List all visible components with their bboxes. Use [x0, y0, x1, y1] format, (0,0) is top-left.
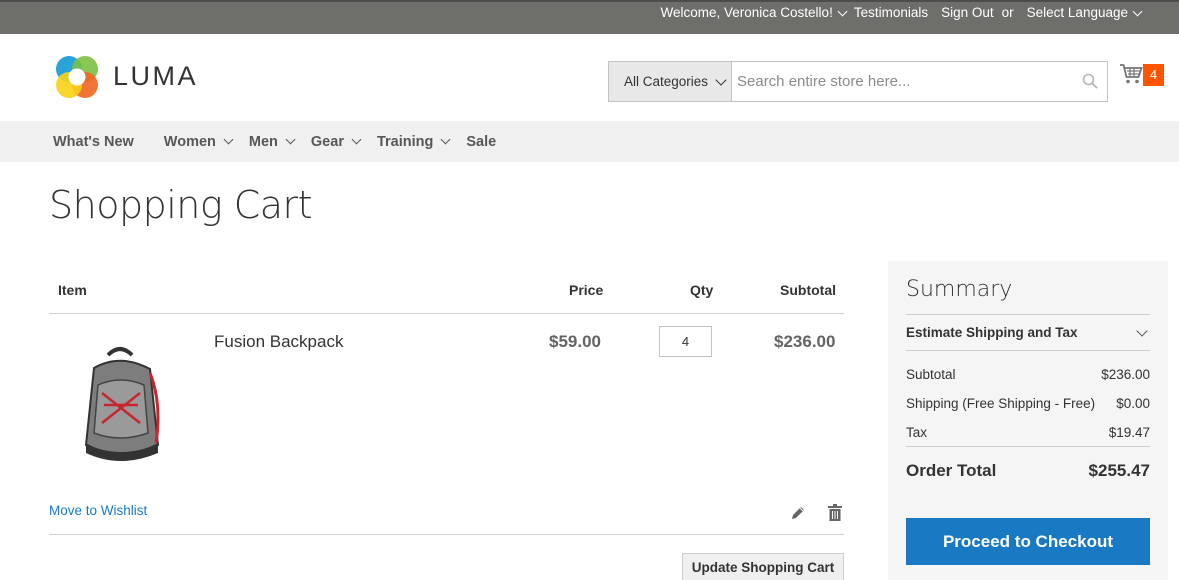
sign-out-link[interactable]: Sign Out — [941, 5, 994, 20]
order-total-row: Order Total $255.47 — [906, 461, 1150, 481]
product-image[interactable] — [60, 333, 180, 480]
chevron-down-icon — [285, 134, 296, 145]
edit-icon[interactable] — [790, 505, 806, 521]
cart-icon[interactable] — [1119, 63, 1143, 85]
testimonials-link[interactable]: Testimonials — [854, 5, 928, 20]
summary-row-shipping: Shipping (Free Shipping - Free) $0.00 — [906, 396, 1150, 411]
welcome-message[interactable]: Welcome, Veronica Costello! — [660, 5, 832, 20]
summary-row-value: $236.00 — [1101, 367, 1150, 382]
chevron-down-icon[interactable] — [837, 6, 848, 16]
nav-item-label: Training — [376, 133, 434, 150]
nav-item-label: Men — [248, 133, 278, 150]
chevron-down-icon — [351, 134, 362, 145]
order-summary: Summary Estimate Shipping and Tax Subtot… — [888, 261, 1168, 580]
summary-row-label: Shipping (Free Shipping - Free) — [906, 396, 1096, 411]
summary-row-subtotal: Subtotal $236.00 — [906, 367, 1150, 382]
product-name-link[interactable]: Fusion Backpack — [214, 332, 343, 352]
search-bar: All Categories — [608, 61, 1108, 102]
chevron-down-icon — [440, 134, 451, 145]
nav-item-training[interactable]: Training — [376, 133, 451, 150]
top-links: Welcome, Veronica Costello! Testimonials… — [660, 5, 1143, 20]
search-input[interactable] — [732, 62, 1107, 101]
chevron-down-icon — [223, 134, 234, 145]
table-divider — [49, 534, 844, 535]
page-title: Shopping Cart — [49, 183, 313, 227]
nav-item-gear[interactable]: Gear — [310, 133, 362, 150]
summary-divider — [906, 350, 1150, 351]
chevron-down-icon — [715, 73, 727, 86]
estimate-shipping-toggle[interactable]: Estimate Shipping and Tax — [906, 325, 1150, 340]
chevron-down-icon — [1136, 325, 1148, 337]
table-divider — [49, 313, 844, 314]
nav-item-sale[interactable]: Sale — [466, 134, 496, 150]
column-header-subtotal: Subtotal — [780, 282, 836, 298]
quantity-input[interactable]: 4 — [659, 326, 712, 357]
column-header-price: Price — [569, 282, 604, 298]
search-icon[interactable] — [1082, 73, 1098, 89]
top-bar: Welcome, Veronica Costello! Testimonials… — [0, 0, 1179, 34]
main-nav: What's New Women Men Gear Training Sale — [0, 121, 1179, 162]
summary-title: Summary — [906, 277, 1013, 302]
order-total-value: $255.47 — [1088, 461, 1150, 480]
nav-item-label: Women — [163, 133, 216, 150]
language-switcher[interactable]: Select Language — [1027, 5, 1128, 20]
estimate-shipping-label: Estimate Shipping and Tax — [906, 325, 1078, 340]
column-header-qty: Qty — [690, 282, 714, 298]
summary-row-tax: Tax $19.47 — [906, 425, 1150, 440]
summary-row-label: Tax — [906, 425, 928, 440]
trash-icon[interactable] — [828, 504, 842, 521]
product-price: $59.00 — [549, 332, 601, 351]
header: LUMA All Categories 4 — [0, 34, 1179, 121]
or-text: or — [1001, 5, 1014, 20]
move-to-wishlist-link[interactable]: Move to Wishlist — [49, 503, 147, 518]
cart-count-badge[interactable]: 4 — [1143, 64, 1164, 86]
product-subtotal: $236.00 — [774, 332, 836, 351]
category-select[interactable]: All Categories — [609, 62, 732, 101]
update-cart-button[interactable]: Update Shopping Cart — [682, 553, 844, 580]
order-total-label: Order Total — [906, 461, 997, 480]
summary-row-label: Subtotal — [906, 367, 956, 382]
luma-logo-icon[interactable] — [53, 53, 101, 101]
nav-item-label: Gear — [310, 133, 344, 150]
summary-divider — [906, 314, 1150, 315]
summary-row-value: $0.00 — [1116, 396, 1150, 411]
summary-row-value: $19.47 — [1108, 425, 1150, 440]
nav-item-whats-new[interactable]: What's New — [53, 134, 134, 150]
nav-item-label: What's New — [53, 133, 134, 150]
summary-divider — [906, 446, 1150, 447]
nav-item-label: Sale — [466, 133, 497, 150]
logo-text[interactable]: LUMA — [113, 61, 198, 92]
proceed-to-checkout-button[interactable]: Proceed to Checkout — [906, 518, 1150, 565]
column-header-item: Item — [58, 282, 87, 298]
nav-item-men[interactable]: Men — [248, 133, 296, 150]
nav-item-women[interactable]: Women — [163, 133, 234, 150]
chevron-down-icon[interactable] — [1132, 6, 1143, 16]
category-select-label: All Categories — [624, 74, 709, 89]
